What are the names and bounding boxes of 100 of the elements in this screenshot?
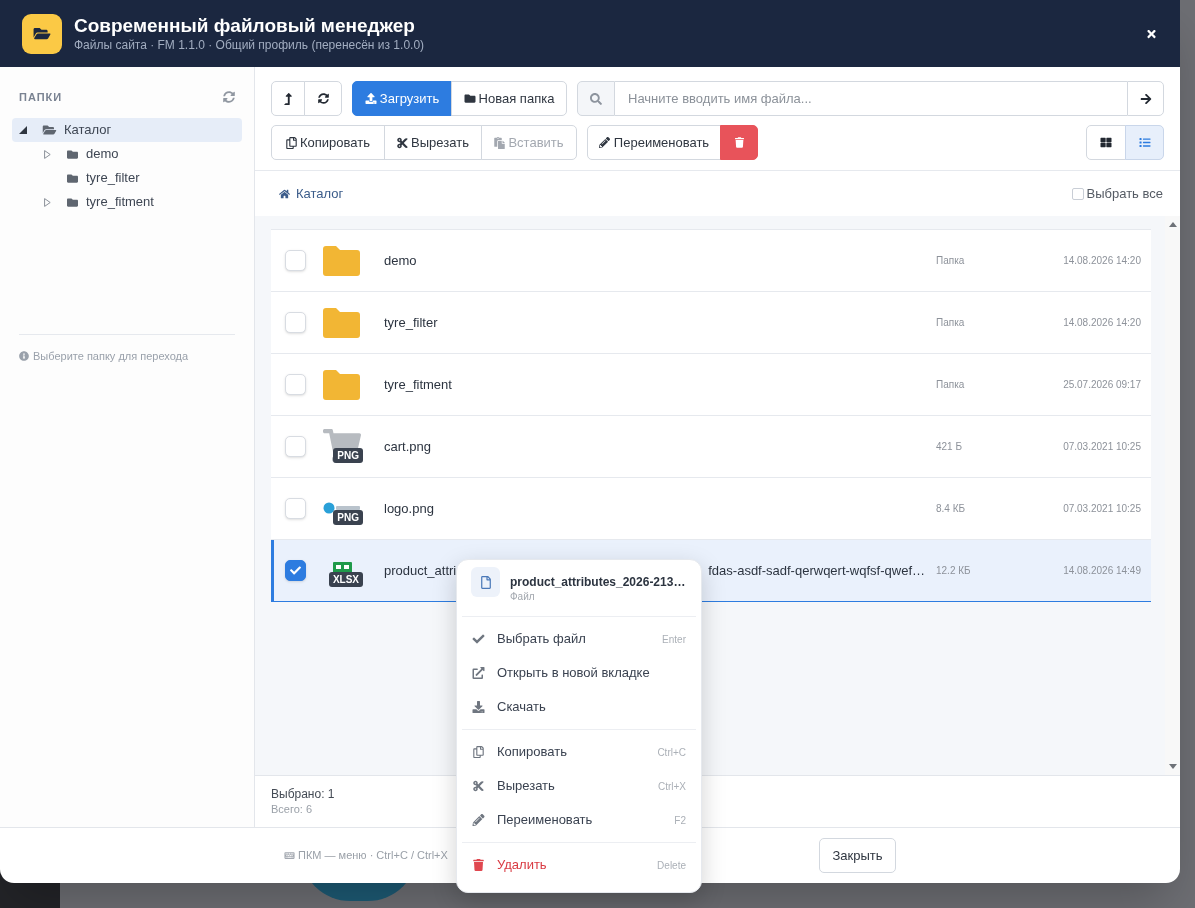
refresh-icon <box>223 91 235 103</box>
folder-tree-item[interactable]: tyre_fitment <box>12 190 242 214</box>
check-icon <box>472 633 485 645</box>
file-icon <box>471 567 500 597</box>
copy-icon <box>286 136 297 149</box>
external-link-icon <box>472 667 485 679</box>
file-row[interactable]: PNG cart.png 421 Б 07.03.2021 10:25 <box>271 416 1151 478</box>
menu-title: product_attributes_2026-213… <box>510 574 686 590</box>
scroll-down-icon[interactable] <box>1168 764 1177 769</box>
copy-button[interactable]: Копировать <box>271 125 385 160</box>
select-all-checkbox[interactable]: Выбрать все <box>1071 183 1163 204</box>
file-name: tyre_filter <box>384 313 438 332</box>
file-name: demo <box>384 251 417 270</box>
folder-icon <box>463 93 476 104</box>
keyboard-icon <box>284 851 295 860</box>
list-icon <box>1138 137 1151 148</box>
info-icon <box>19 351 29 362</box>
file-row[interactable]: tyre_fitment Папка 25.07.2026 09:17 <box>271 354 1151 416</box>
grid-view-button[interactable] <box>1086 125 1126 160</box>
shortcut-label: Enter <box>662 632 686 647</box>
modified-date: 14.08.2026 14:49 <box>1062 564 1141 578</box>
menu-item[interactable]: Копировать Ctrl+C <box>462 735 696 769</box>
folder-icon <box>323 245 360 276</box>
modified-date: 25.07.2026 09:17 <box>1062 378 1141 392</box>
scroll-up-icon[interactable] <box>1168 222 1177 227</box>
folder-icon <box>323 307 360 338</box>
menu-item[interactable]: Выбрать файл Enter <box>462 622 696 656</box>
checkbox[interactable] <box>1071 187 1084 200</box>
folder-open-icon <box>22 13 62 54</box>
cut-button[interactable]: Вырезать <box>384 125 482 160</box>
folder-tree-item[interactable]: Каталог <box>12 118 242 142</box>
file-info: 12.2 КБ <box>936 564 972 578</box>
trash-icon <box>472 859 485 871</box>
folder-tree-item[interactable]: demo <box>12 142 242 166</box>
folder-open-icon <box>42 124 57 136</box>
file-name: product_attri <box>384 561 457 580</box>
level-up-icon <box>284 92 292 105</box>
new-folder-button[interactable]: Новая папка <box>451 81 567 116</box>
grid-icon <box>1100 137 1112 148</box>
check-icon <box>290 565 301 576</box>
file-name: fdas-asdf-sadf-qerwqert-wqfsf-qwef… <box>708 561 925 580</box>
menu-subtitle: Файл <box>510 590 535 604</box>
folder-tree-item[interactable]: tyre_filter <box>12 166 242 190</box>
folder-icon <box>323 369 360 400</box>
caret-icon[interactable] <box>19 126 27 134</box>
rename-button[interactable]: Переименовать <box>587 125 721 160</box>
file-info: Папка <box>936 254 966 268</box>
file-info: 8.4 КБ <box>936 502 967 516</box>
file-info: 421 Б <box>936 440 964 454</box>
breadcrumb-link[interactable]: Каталог <box>279 183 344 204</box>
file-row[interactable]: PNG logo.png 8.4 КБ 07.03.2021 10:25 <box>271 478 1151 540</box>
menu-item[interactable]: Удалить Delete <box>462 848 696 882</box>
modified-date: 07.03.2021 10:25 <box>1062 440 1141 454</box>
scissors-icon <box>472 780 485 792</box>
window-title: Современный файловый менеджер <box>74 14 415 37</box>
folder-icon <box>66 196 79 208</box>
modified-date: 14.08.2026 14:20 <box>1062 316 1141 330</box>
logo-thumbnail <box>323 501 363 514</box>
selected-count: Выбрано: 1 <box>271 786 335 802</box>
scissors-icon <box>397 136 409 149</box>
delete-button[interactable] <box>720 125 758 160</box>
pencil-icon <box>598 137 610 148</box>
close-icon <box>1145 27 1157 40</box>
level-up-button[interactable] <box>271 81 305 116</box>
go-button[interactable] <box>1127 81 1164 116</box>
search-field[interactable]: Начните вводить имя файла... <box>615 81 1127 116</box>
modified-date: 07.03.2021 10:25 <box>1062 502 1141 516</box>
menu-item[interactable]: Переименовать F2 <box>462 803 696 837</box>
search-icon <box>577 81 615 116</box>
shortcut-label: Ctrl+C <box>657 745 686 760</box>
menu-item[interactable]: Скачать <box>462 690 696 724</box>
download-icon <box>472 701 485 713</box>
upload-button[interactable]: Загрузить <box>352 81 452 116</box>
upload-icon <box>364 93 377 104</box>
spreadsheet-icon <box>333 561 352 574</box>
home-icon <box>279 188 290 199</box>
refresh-button[interactable] <box>304 81 342 116</box>
window-subtitle: Файлы сайта · FM 1.1.0 · Общий профиль (перенесён из 1.0.0) <box>74 37 425 53</box>
trash-icon <box>734 137 744 148</box>
shortcut-label: Ctrl+X <box>657 779 686 794</box>
menu-item[interactable]: Вырезать Ctrl+X <box>462 769 696 803</box>
checkbox[interactable] <box>285 560 306 581</box>
refresh-icon <box>317 93 329 104</box>
file-row[interactable]: demo Папка 14.08.2026 14:20 <box>271 230 1151 292</box>
file-type-badge: XLSX <box>328 571 363 587</box>
file-name: cart.png <box>384 437 431 456</box>
arrow-right-icon <box>1139 92 1152 105</box>
copy-icon <box>472 746 485 758</box>
sidebar-heading: ПАПКИ <box>19 89 63 105</box>
close-dialog-button[interactable]: Закрыть <box>819 838 896 873</box>
file-name: tyre_fitment <box>384 375 452 394</box>
paste-icon <box>494 136 506 149</box>
file-info: Папка <box>936 378 966 392</box>
shortcut-label: Delete <box>657 858 686 873</box>
menu-item[interactable]: Открыть в новой вкладке <box>462 656 696 690</box>
folder-icon <box>66 148 79 160</box>
file-row[interactable]: tyre_filter Папка 14.08.2026 14:20 <box>271 292 1151 354</box>
sidebar-hint: Выберите папку для перехода <box>33 349 189 364</box>
file-info: Папка <box>936 316 966 330</box>
shortcut-label: F2 <box>674 813 686 828</box>
